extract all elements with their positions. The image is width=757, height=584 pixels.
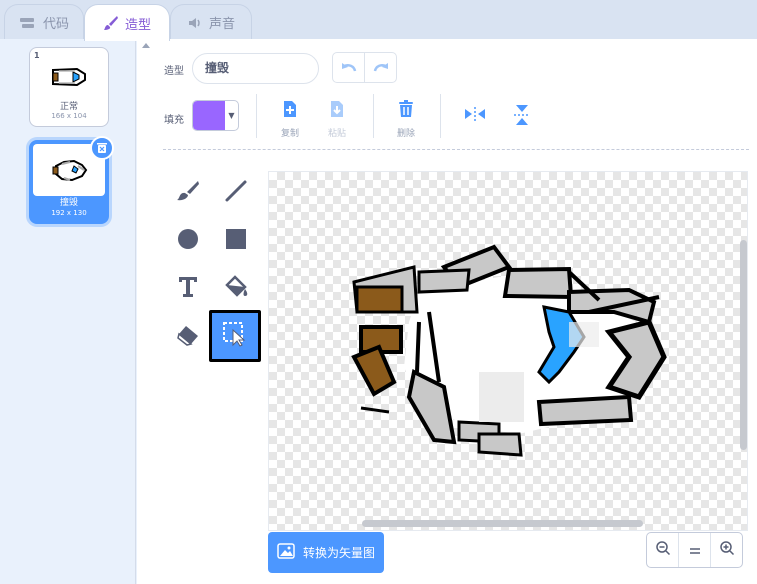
tab-costumes-label: 造型: [124, 17, 151, 33]
fill-color-swatch: [193, 101, 225, 130]
fill-tool[interactable]: [213, 266, 259, 312]
text-icon: [178, 276, 198, 302]
eraser-tool[interactable]: [165, 314, 211, 360]
costume-thumbnail: [36, 54, 102, 100]
rectangle-tool[interactable]: [213, 218, 259, 264]
sprite-artwork: [351, 244, 667, 457]
brush-icon: [176, 180, 200, 206]
text-tool[interactable]: [165, 266, 211, 312]
zoom-in-button[interactable]: [710, 533, 742, 567]
drawing-canvas[interactable]: [268, 171, 748, 531]
trash-icon: [397, 100, 415, 122]
copy-icon: [282, 100, 298, 122]
toolbar-divider: [163, 149, 749, 150]
divider: [440, 94, 441, 138]
paste-button[interactable]: 粘贴: [322, 100, 352, 139]
editor-tabs: 代码 造型 声音: [0, 0, 757, 41]
zoom-controls: [646, 532, 743, 568]
costume-name: 正常: [59, 102, 78, 112]
select-tool[interactable]: [209, 310, 261, 362]
convert-to-vector-button[interactable]: 转换为矢量图: [268, 532, 384, 573]
flip-horizontal-icon: [464, 106, 486, 126]
delete-costume-button[interactable]: [90, 136, 114, 160]
undo-button[interactable]: [333, 53, 365, 82]
fill-label: 填充: [164, 115, 184, 126]
image-icon: [277, 543, 295, 562]
fill-color-picker[interactable]: ▼: [192, 100, 239, 131]
delete-button[interactable]: 删除: [391, 100, 421, 139]
circle-icon: [177, 228, 199, 254]
equals-icon: [688, 541, 702, 560]
line-icon: [224, 179, 248, 207]
costume-name-input[interactable]: 撞毁: [192, 53, 319, 84]
left-scrollbar[interactable]: [140, 40, 152, 584]
flip-vertical-icon: [513, 104, 531, 130]
paintbrush-icon: [103, 15, 119, 31]
eraser-icon: [176, 324, 200, 350]
zoom-reset-button[interactable]: [678, 533, 710, 567]
divider: [256, 94, 257, 138]
undo-icon: [340, 58, 358, 77]
zoom-out-icon: [655, 540, 671, 560]
divider: [373, 94, 374, 138]
close-icon: [97, 139, 107, 158]
zoom-out-button[interactable]: [647, 533, 678, 567]
copy-label: 复制: [280, 129, 299, 139]
canvas-horizontal-scrollbar[interactable]: [362, 520, 643, 527]
tab-sounds-label: 声音: [208, 17, 235, 32]
undo-redo-group: [332, 52, 397, 83]
brush-tool[interactable]: [165, 170, 211, 216]
convert-label: 转换为矢量图: [302, 546, 375, 560]
paste-label: 粘贴: [327, 129, 346, 139]
tab-code-label: 代码: [42, 17, 69, 32]
select-icon: [222, 321, 248, 351]
code-blocks-icon: [19, 16, 37, 30]
costume-size: 166 x 104: [51, 112, 87, 120]
costume-item[interactable]: 1 正常 166 x 104: [29, 47, 109, 127]
costume-name: 撞毁: [59, 198, 78, 208]
tab-code[interactable]: 代码: [4, 4, 84, 40]
tab-costumes[interactable]: 造型: [84, 4, 170, 41]
delete-label: 删除: [396, 129, 415, 139]
speaker-icon: [187, 16, 203, 30]
zoom-in-icon: [719, 540, 735, 560]
scroll-up-arrow[interactable]: [142, 43, 150, 48]
costume-size: 192 x 130: [51, 209, 87, 217]
line-tool[interactable]: [213, 170, 259, 216]
tab-sounds[interactable]: 声音: [170, 4, 252, 40]
costume-name-label: 造型: [164, 66, 184, 77]
chevron-down-icon: ▼: [228, 111, 235, 120]
redo-button[interactable]: [365, 53, 396, 82]
paste-icon: [329, 100, 345, 122]
circle-tool[interactable]: [165, 218, 211, 264]
flip-horizontal-button[interactable]: [460, 106, 490, 126]
canvas-vertical-scrollbar[interactable]: [740, 240, 747, 450]
paint-bucket-icon: [223, 275, 249, 303]
copy-button[interactable]: 复制: [275, 100, 305, 139]
redo-icon: [372, 58, 390, 77]
flip-vertical-button[interactable]: [507, 104, 537, 130]
rectangle-icon: [226, 229, 246, 253]
